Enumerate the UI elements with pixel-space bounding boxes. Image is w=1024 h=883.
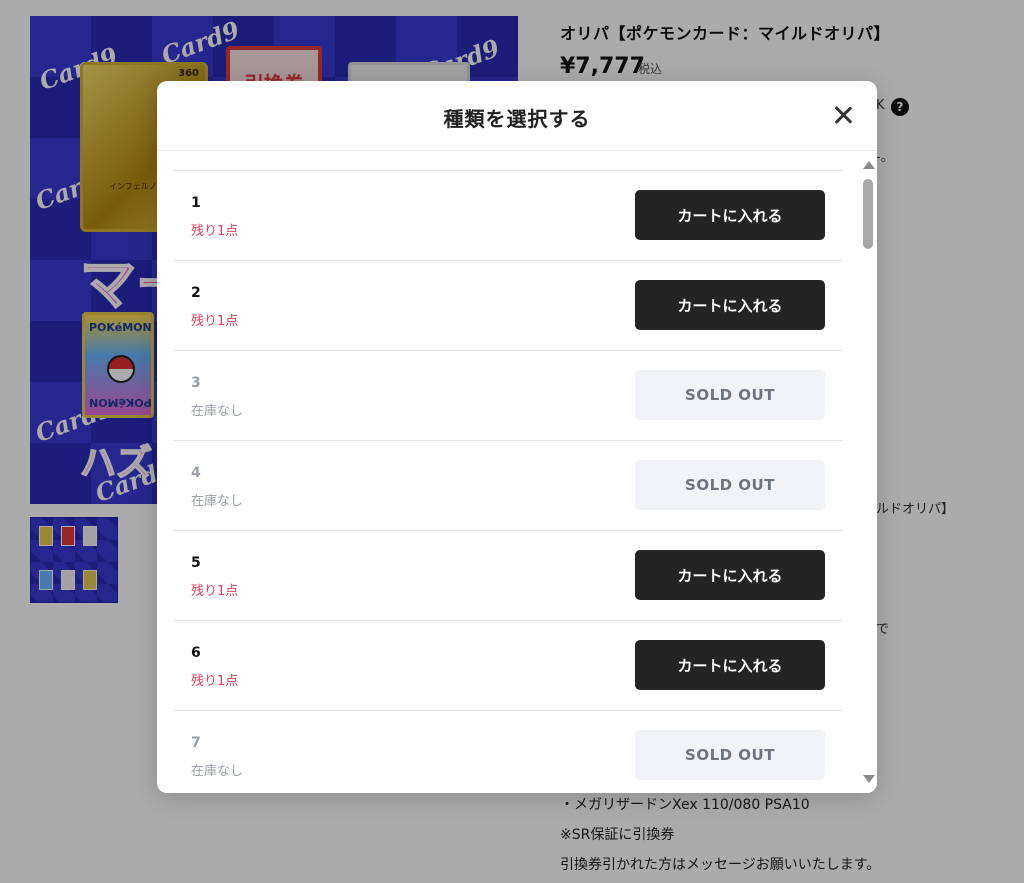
sold-out-button: SOLD OUT — [635, 730, 825, 780]
variant-stock: 在庫なし — [191, 404, 244, 419]
variant-stock: 在庫なし — [191, 764, 244, 779]
modal-header: 種類を選択する — [157, 81, 877, 151]
close-icon[interactable] — [831, 103, 855, 127]
variant-name: 7 — [191, 735, 201, 751]
variant-row: 7 在庫なし SOLD OUT — [174, 711, 842, 793]
sold-out-button: SOLD OUT — [635, 460, 825, 510]
modal-title: 種類を選択する — [443, 107, 591, 131]
variant-name: 1 — [191, 195, 201, 211]
add-to-cart-button[interactable]: カートに入れる — [635, 190, 825, 240]
variant-name: 4 — [191, 465, 201, 481]
scroll-thumb[interactable] — [863, 179, 873, 249]
variant-list: 1 残り1点 カートに入れる 2 残り1点 カートに入れる 3 在庫なし SOL… — [157, 152, 877, 793]
variant-row: 4 在庫なし SOLD OUT — [174, 441, 842, 531]
add-to-cart-button[interactable]: カートに入れる — [635, 640, 825, 690]
variant-row: 2 残り1点 カートに入れる — [174, 261, 842, 351]
variant-name: 3 — [191, 375, 201, 391]
variant-row: 1 残り1点 カートに入れる — [174, 171, 842, 261]
variant-name: 5 — [191, 555, 201, 571]
variant-stock: 残り1点 — [191, 314, 239, 329]
modal-scrollbar[interactable] — [860, 159, 876, 793]
variant-stock: 残り1点 — [191, 674, 239, 689]
variant-row: 3 在庫なし SOLD OUT — [174, 351, 842, 441]
scroll-down-arrow-icon[interactable] — [863, 775, 875, 783]
variant-stock: 残り1点 — [191, 584, 239, 599]
variant-stock: 在庫なし — [191, 494, 244, 509]
variant-name: 6 — [191, 645, 201, 661]
sold-out-button: SOLD OUT — [635, 370, 825, 420]
add-to-cart-button[interactable]: カートに入れる — [635, 550, 825, 600]
variant-stock: 残り1点 — [191, 224, 239, 239]
scroll-up-arrow-icon[interactable] — [863, 161, 875, 169]
add-to-cart-button[interactable]: カートに入れる — [635, 280, 825, 330]
variant-row: 5 残り1点 カートに入れる — [174, 531, 842, 621]
variant-select-modal: 種類を選択する 1 残り1点 カートに入れる 2 残り1点 カートに入れる 3 … — [157, 81, 877, 793]
variant-row: 6 残り1点 カートに入れる — [174, 621, 842, 711]
variant-name: 2 — [191, 285, 201, 301]
